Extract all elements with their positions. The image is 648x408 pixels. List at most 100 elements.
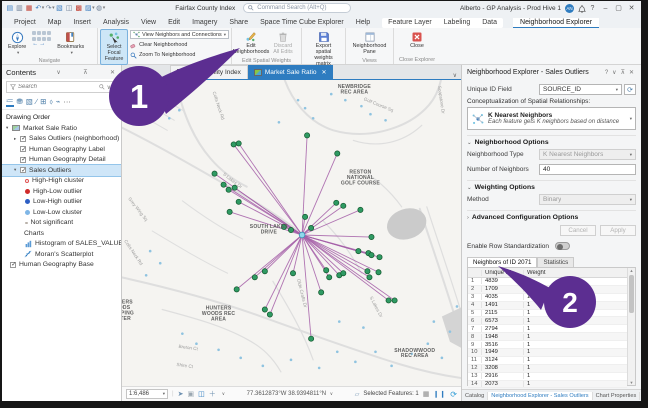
neighbor-point[interactable] (221, 182, 226, 187)
neighborhood-options-section[interactable]: ⌄Neighborhood Options (467, 135, 636, 146)
neighbor-point[interactable] (252, 275, 257, 280)
neighbor-point[interactable] (327, 275, 332, 280)
previous-extent-icon[interactable]: ← (32, 42, 38, 46)
explore-button[interactable]: Explore▾ (4, 29, 30, 58)
pane-menu-icon[interactable]: ∨ (610, 69, 618, 76)
next-extent-icon[interactable]: → (39, 42, 45, 46)
menu-tab-space-time-cube-explorer[interactable]: Space Time Cube Explorer (254, 18, 350, 28)
search-options-chevron[interactable]: ∨ (105, 84, 113, 91)
neighbor-point[interactable] (302, 214, 307, 219)
export-spatial-weights-button[interactable]: Export spatial weights matrix (304, 29, 343, 70)
navigate-mini-buttons[interactable]: ←→ (32, 31, 51, 48)
add-point-icon[interactable]: ＋ (209, 389, 216, 399)
close-explorer-button[interactable]: Close (406, 29, 428, 52)
menu-tab-analysis[interactable]: Analysis (97, 18, 135, 28)
close-pane-icon[interactable]: ✕ (627, 69, 636, 76)
neighbor-point[interactable] (304, 133, 309, 138)
table-row[interactable]: 521151 (468, 310, 627, 318)
layer-checkbox[interactable] (20, 157, 26, 163)
save-project-icon[interactable]: ▥ (16, 4, 23, 12)
neighbor-point[interactable] (262, 307, 267, 312)
menu-tab-view[interactable]: View (135, 18, 162, 28)
tab-neighbors-of-id[interactable]: Neighbors of ID 2071 (467, 257, 537, 267)
neighborhood-type-combo[interactable]: K Nearest Neighbors▾ (539, 149, 636, 160)
column-header-unique-id[interactable]: Unique ID (481, 270, 523, 276)
menu-tab-share[interactable]: Share (223, 18, 254, 28)
table-row[interactable]: 1019491 (468, 349, 627, 357)
redo-icon[interactable]: ↷ (46, 4, 52, 12)
advanced-configuration-section[interactable]: ›Advanced Configuration Options (467, 210, 636, 221)
map-canvas[interactable]: NEWBRIDGEREC AREARESTONNATIONALGOLF COUR… (122, 80, 461, 386)
neighbor-point[interactable] (392, 298, 397, 303)
attribute-table-icon[interactable]: ▦ (423, 390, 430, 398)
scale-combo[interactable]: 1:6,486▾ (126, 389, 168, 399)
avatar[interactable]: AN (565, 4, 574, 13)
selection-tool-icon[interactable]: ➤ (178, 390, 184, 398)
table-row[interactable]: 665731 (468, 317, 627, 325)
neighbor-point[interactable] (335, 151, 340, 156)
layer-checkbox[interactable] (10, 262, 16, 268)
neighbor-point[interactable] (212, 171, 217, 176)
tab-neighborhood-explorer[interactable]: Neighborhood Explorer (513, 18, 599, 28)
close-tab-icon[interactable]: ✕ (322, 69, 327, 76)
neighbor-point[interactable] (356, 249, 361, 254)
neighbor-point[interactable] (262, 269, 267, 274)
list-by-labeling-icon[interactable]: ⬨ (49, 97, 52, 107)
layout-icon[interactable]: ▨ (85, 4, 92, 12)
neighbor-point[interactable] (231, 142, 236, 147)
close-pane-icon[interactable]: ✕ (108, 69, 117, 76)
footer-tab-chart-properties[interactable]: Chart Properties (593, 392, 641, 400)
undo-icon[interactable]: ↶ (35, 4, 41, 12)
layer-checkbox[interactable] (20, 167, 26, 173)
number-of-neighbors-input[interactable] (539, 164, 636, 175)
neighbor-point[interactable] (369, 253, 374, 258)
neighbor-point[interactable] (309, 225, 314, 230)
view-neighbors-dropdown[interactable]: View Neighbors and Connections▾ (130, 30, 229, 39)
neighbor-point[interactable] (236, 141, 241, 146)
focal-feature-point[interactable] (299, 232, 305, 238)
menu-tab-edit[interactable]: Edit (162, 18, 186, 28)
neighbor-point[interactable] (236, 199, 241, 204)
layout-dropdown-icon[interactable]: ▾ (92, 5, 95, 11)
table-row[interactable]: 935161 (468, 341, 627, 349)
layer-item-sales-outliers[interactable]: ▾ Sales Outliers (2, 165, 121, 176)
list-by-editing-icon[interactable]: ∕ (36, 97, 37, 106)
scrollbar-thumb[interactable] (629, 275, 634, 313)
neighbor-point[interactable] (319, 290, 324, 295)
customize-toolbar-icon[interactable]: ▾ (103, 5, 106, 11)
contents-search[interactable]: ∨ (6, 81, 117, 93)
neighbor-point[interactable] (358, 207, 363, 212)
menu-tab-imagery[interactable]: Imagery (186, 18, 223, 28)
redo-dropdown-icon[interactable]: ▾ (52, 5, 55, 11)
neighbor-point[interactable] (227, 209, 232, 214)
list-by-selection-icon[interactable]: ▧ (26, 97, 33, 106)
more-options-icon[interactable]: ⋯ (63, 97, 71, 106)
view-tab-market-sale-ratio[interactable]: Market Sale Ratio ✕ (248, 65, 333, 79)
help-icon[interactable]: ? (603, 70, 610, 76)
table-row[interactable]: 1232081 (468, 365, 627, 373)
pane-menu-icon[interactable]: ∨ (54, 69, 62, 76)
map-item[interactable]: ▾ Market Sale Ratio (2, 123, 121, 134)
neighbor-point[interactable] (267, 312, 272, 317)
tab-list-chevron[interactable]: ∨ (449, 72, 461, 79)
table-row[interactable]: 217091 (468, 286, 627, 294)
scroll-down-icon[interactable]: ▼ (630, 380, 634, 385)
column-header-weight[interactable]: Weight (523, 270, 563, 276)
footer-tab-catalog[interactable]: Catalog (462, 392, 488, 400)
layer-item-hg-base[interactable]: Human Geography Base (2, 260, 121, 271)
scroll-up-icon[interactable]: ▲ (630, 268, 634, 273)
footer-tab-history[interactable]: History (640, 392, 641, 400)
layer-item-hg-label[interactable]: Human Geography Label (2, 144, 121, 155)
snapping-icon[interactable]: ▣ (187, 390, 194, 398)
footer-tab-neighborhood-explorer-sales-outliers[interactable]: Neighborhood Explorer - Sales Outliers (488, 392, 592, 400)
geoprocessing-icon[interactable]: ▩ (75, 4, 82, 12)
neighbor-point[interactable] (290, 271, 295, 276)
map-frame-icon[interactable]: ◫ (198, 390, 205, 398)
minimize-button[interactable]: – (599, 5, 612, 12)
notifications-bell-icon[interactable] (578, 4, 586, 13)
selected-features-count[interactable]: Selected Features: 1 (363, 391, 418, 397)
layer-item-hg-detail[interactable]: Human Geography Detail (2, 155, 121, 166)
table-row[interactable]: 1131241 (468, 357, 627, 365)
undo-dropdown-icon[interactable]: ▾ (42, 5, 45, 11)
neighbor-point[interactable] (367, 275, 372, 280)
